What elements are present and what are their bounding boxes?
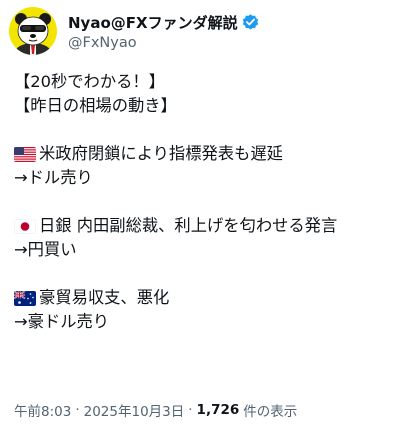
verified-badge-icon	[241, 13, 260, 32]
au-flag-icon	[14, 290, 36, 306]
tweet-body: 【20秒でわかる！】 【昨日の相場の動き】 米政府閉鎖により指標発表も遅延 →ド…	[14, 70, 404, 334]
display-name-row: Nyao@FXファンダ解説	[68, 12, 260, 34]
avatar-panda-image	[9, 7, 57, 55]
tweet-line-text: 豪貿易収支、悪化	[39, 288, 170, 307]
tweet-line: 【昨日の相場の動き】	[14, 94, 404, 118]
line-break	[14, 190, 404, 214]
tweet-line-text: 【昨日の相場の動き】	[14, 96, 177, 115]
tweet-line: 米政府閉鎖により指標発表も遅延	[14, 142, 404, 166]
meta-separator: ·	[188, 402, 193, 418]
tweet-line: 豪貿易収支、悪化	[14, 286, 404, 310]
us-flag-icon	[14, 146, 36, 162]
jp-flag-icon	[14, 218, 36, 234]
line-break	[14, 262, 404, 286]
tweet-line-text: 米政府閉鎖により指標発表も遅延	[39, 144, 283, 163]
author-handle[interactable]: @FxNyao	[68, 35, 260, 51]
tweet-line-text: →ドル売り	[14, 168, 93, 187]
views-count[interactable]: 1,726	[197, 402, 240, 418]
tweet-date[interactable]: 2025年10月3日	[84, 400, 185, 420]
tweet-time[interactable]: 午前8:03	[14, 400, 71, 420]
tweet-header: Nyao@FXファンダ解説 @FxNyao	[9, 7, 260, 55]
tweet-line: 【20秒でわかる！】	[14, 70, 404, 94]
tweet-line-text: →円買い	[14, 240, 77, 259]
tweet-line-text: 【20秒でわかる！】	[14, 72, 165, 91]
tweet-line: →円買い	[14, 238, 404, 262]
tweet-line: →ドル売り	[14, 166, 404, 190]
tweet-line: →豪ドル売り	[14, 310, 404, 334]
author-info: Nyao@FXファンダ解説 @FxNyao	[68, 12, 260, 51]
tweet-line: 日銀 内田副総裁、利上げを匂わせる発言	[14, 214, 404, 238]
avatar[interactable]	[9, 7, 57, 55]
line-break	[14, 118, 404, 142]
views-label[interactable]: 件の表示	[243, 400, 297, 420]
meta-separator: ·	[75, 402, 80, 418]
display-name[interactable]: Nyao@FXファンダ解説	[68, 12, 238, 33]
tweet-line-text: 日銀 内田副総裁、利上げを匂わせる発言	[39, 216, 338, 235]
tweet-metadata: 午前8:03 · 2025年10月3日 · 1,726 件の表示	[14, 400, 297, 420]
tweet-line-text: →豪ドル売り	[14, 312, 110, 331]
